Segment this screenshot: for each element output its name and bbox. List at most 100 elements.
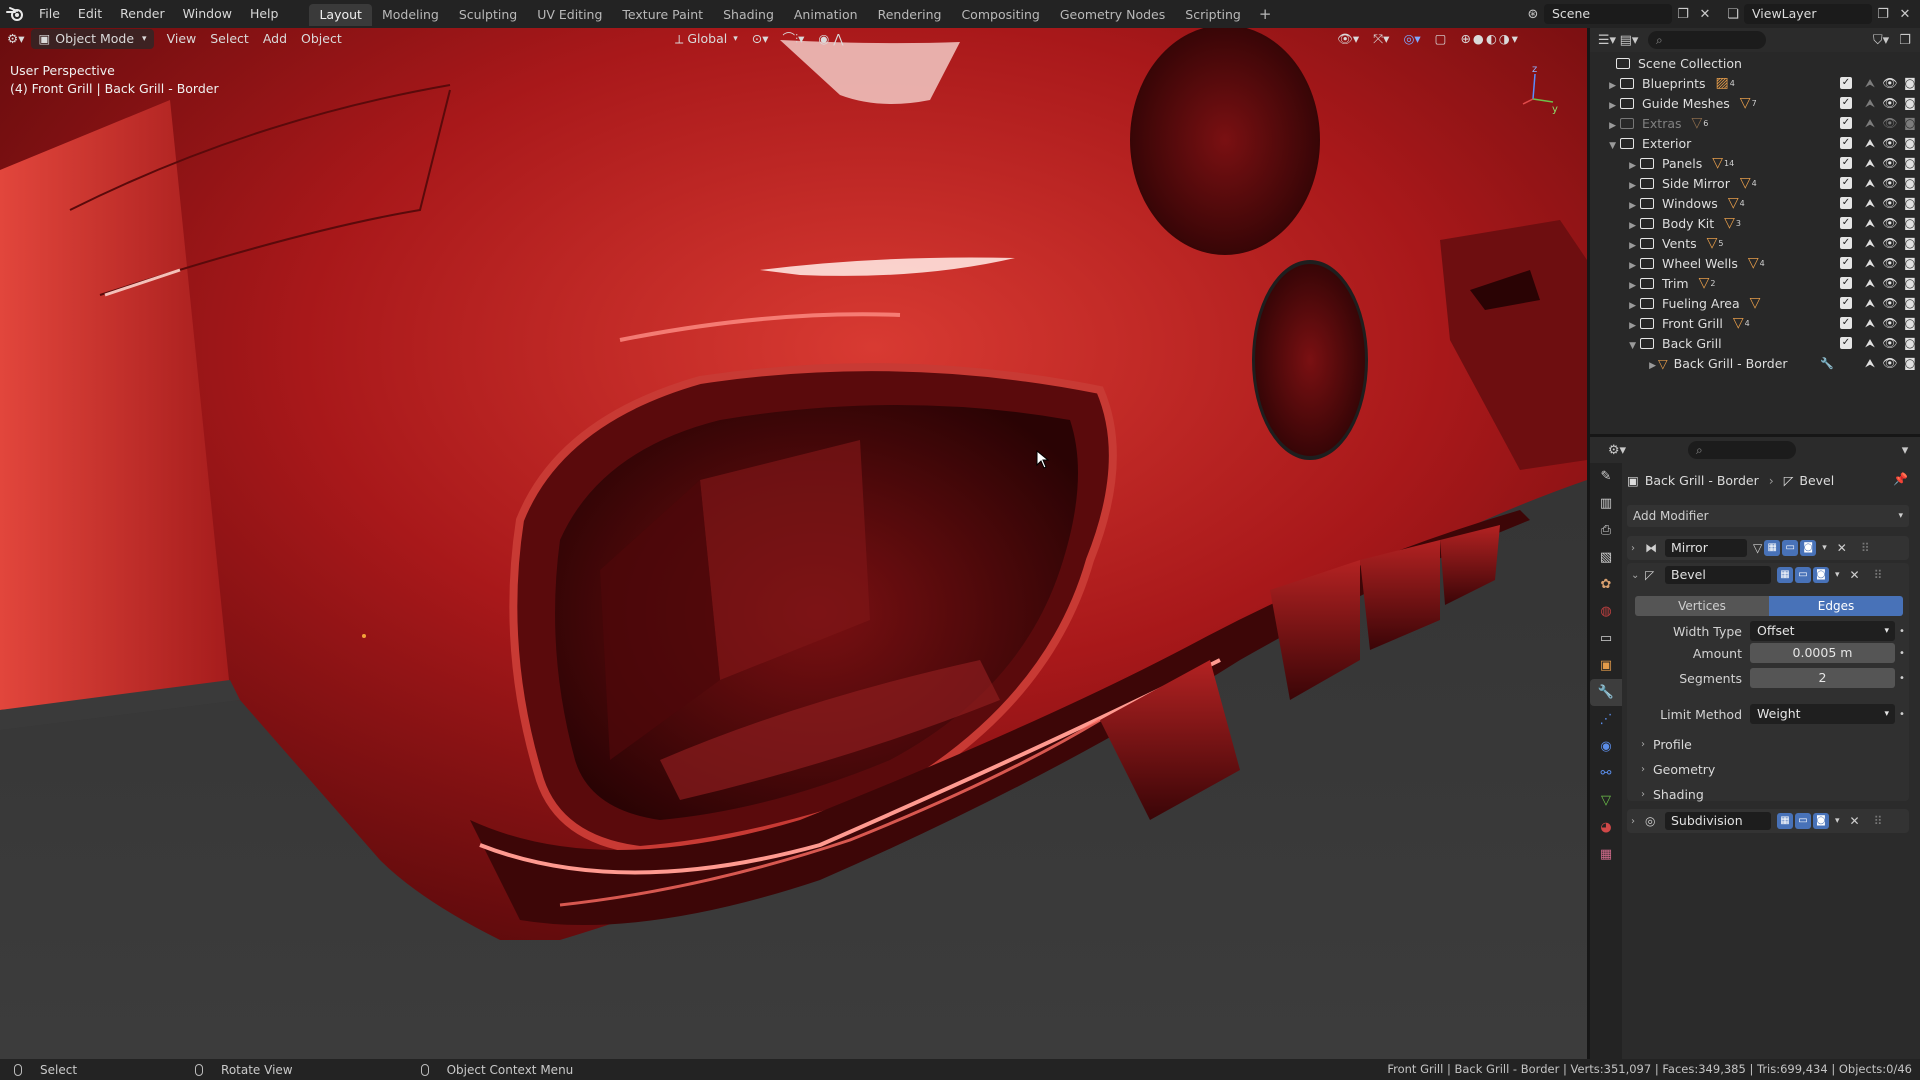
tab-compositing[interactable]: Compositing xyxy=(951,4,1049,26)
expand-arrow-icon[interactable]: ▶ xyxy=(1629,281,1636,291)
menu-view[interactable]: View xyxy=(160,29,204,49)
visibility-eye-icon[interactable]: 👁 xyxy=(1880,196,1900,210)
keyframe-dot-icon[interactable]: • xyxy=(1895,648,1909,659)
select-toggle-icon[interactable]: ⮝ xyxy=(1860,176,1880,191)
tab-world-icon[interactable]: ◍ xyxy=(1590,598,1622,625)
collapse-chevron-icon[interactable]: ⌄ xyxy=(1631,570,1645,581)
snap-icon[interactable]: ⌒⫶▾ xyxy=(776,29,812,49)
render-camera-icon[interactable]: ◙ xyxy=(1900,236,1920,250)
render-camera-icon[interactable]: ◙ xyxy=(1900,116,1920,130)
menu-select[interactable]: Select xyxy=(203,29,256,49)
close-icon[interactable]: ✕ xyxy=(1850,814,1860,828)
keyframe-dot-icon[interactable]: • xyxy=(1895,626,1909,637)
visibility-eye-icon[interactable]: 👁 xyxy=(1880,316,1900,330)
menu-add[interactable]: Add xyxy=(256,29,294,49)
select-toggle-icon[interactable]: ⮝ xyxy=(1860,256,1880,271)
outliner-item[interactable]: ▼ Exterior ✓ ⮝ 👁 ◙ xyxy=(1590,133,1920,153)
3d-viewport[interactable]: z y xyxy=(0,28,1587,1059)
select-toggle-icon[interactable]: ⮝ xyxy=(1860,136,1880,151)
exclude-checkbox[interactable]: ✓ xyxy=(1840,317,1852,329)
width-type-dropdown[interactable]: Offset ▾ xyxy=(1750,621,1895,641)
chevron-down-icon[interactable]: ▾ xyxy=(1835,816,1840,826)
view-layer-field[interactable]: ViewLayer xyxy=(1744,4,1872,24)
menu-render[interactable]: Render xyxy=(111,0,174,28)
expand-arrow-icon[interactable]: ▶ xyxy=(1629,321,1636,331)
render-camera-icon[interactable]: ◙ xyxy=(1900,196,1920,210)
visibility-eye-icon[interactable]: 👁 xyxy=(1880,296,1900,310)
add-workspace-icon[interactable]: + xyxy=(1251,5,1280,23)
filter-icon[interactable]: ⛉▾ xyxy=(1870,30,1892,50)
expand-arrow-icon[interactable]: ▶ xyxy=(1629,161,1636,171)
render-toggle-icon[interactable]: ◙ xyxy=(1813,813,1829,829)
tab-collection-icon[interactable]: ▭ xyxy=(1590,625,1622,652)
select-toggle-icon[interactable]: ⮝ xyxy=(1860,156,1880,171)
tab-constraints-icon[interactable]: ⚯ xyxy=(1590,760,1622,787)
tab-tool-icon[interactable]: ✎ xyxy=(1590,463,1622,490)
render-camera-icon[interactable]: ◙ xyxy=(1900,216,1920,230)
tab-scripting[interactable]: Scripting xyxy=(1175,4,1251,26)
exclude-checkbox[interactable]: ✓ xyxy=(1840,137,1852,149)
tab-shading[interactable]: Shading xyxy=(713,4,784,26)
display-mode-icon[interactable]: ▤▾ xyxy=(1618,30,1640,50)
tab-layout[interactable]: Layout xyxy=(309,3,372,26)
visibility-eye-icon[interactable]: 👁 xyxy=(1880,176,1900,190)
expand-arrow-icon[interactable]: ▶ xyxy=(1629,301,1636,311)
select-toggle-icon[interactable]: ⮝ xyxy=(1860,96,1880,111)
mode-dropdown[interactable]: ▣ Object Mode ▾ xyxy=(31,29,154,49)
expand-arrow-icon[interactable]: ▶ xyxy=(1629,221,1636,231)
exclude-checkbox[interactable]: ✓ xyxy=(1840,77,1852,89)
scene-selector-icon[interactable]: ⊛ xyxy=(1522,4,1544,24)
tab-object-icon[interactable]: ▣ xyxy=(1590,652,1622,679)
tab-rendering[interactable]: Rendering xyxy=(868,4,952,26)
xray-icon[interactable]: ▢ xyxy=(1428,29,1454,49)
exclude-checkbox[interactable]: ✓ xyxy=(1840,337,1852,349)
shading-modes-icon[interactable]: ⊕●◐◑▾ xyxy=(1453,29,1526,49)
expand-arrow-icon[interactable]: ▶ xyxy=(1629,181,1636,191)
collapse-arrow-icon[interactable]: ▼ xyxy=(1609,141,1616,151)
limit-method-dropdown[interactable]: Weight ▾ xyxy=(1750,704,1895,724)
select-toggle-icon[interactable]: ⮝ xyxy=(1860,76,1880,91)
exclude-checkbox[interactable]: ✓ xyxy=(1840,217,1852,229)
expand-arrow-icon[interactable]: ▶ xyxy=(1609,121,1616,131)
select-toggle-icon[interactable]: ⮝ xyxy=(1860,196,1880,211)
delete-view-layer-icon[interactable]: ✕ xyxy=(1894,4,1916,24)
subpanel-geometry[interactable]: › Geometry xyxy=(1641,758,1715,780)
visibility-icon[interactable]: 👁▾ xyxy=(1330,29,1366,49)
exclude-checkbox[interactable]: ✓ xyxy=(1840,237,1852,249)
bevel-name-field[interactable]: Bevel xyxy=(1665,566,1771,584)
render-camera-icon[interactable]: ◙ xyxy=(1900,256,1920,270)
select-toggle-icon[interactable]: ⮝ xyxy=(1860,316,1880,331)
menu-object[interactable]: Object xyxy=(294,29,349,49)
keyframe-dot-icon[interactable]: • xyxy=(1895,709,1909,720)
navigation-gizmo-icon[interactable]: z y xyxy=(1508,64,1558,114)
outliner-item[interactable]: ▶ Fueling Area ▽ ✓ ⮝ 👁 ◙ xyxy=(1590,293,1920,313)
select-toggle-icon[interactable]: ⮝ xyxy=(1860,236,1880,251)
mirror-name-field[interactable]: Mirror xyxy=(1665,539,1747,557)
expand-arrow-icon[interactable]: ▶ xyxy=(1629,261,1636,271)
menu-edit[interactable]: Edit xyxy=(69,0,111,28)
new-collection-icon[interactable]: ❐ xyxy=(1894,30,1916,50)
expand-arrow-icon[interactable]: ▶ xyxy=(1609,81,1616,91)
outliner-item[interactable]: ▶ Front Grill ▽ 4 ✓ ⮝ 👁 ◙ xyxy=(1590,313,1920,333)
edit-mode-toggle-icon[interactable]: ▦ xyxy=(1777,567,1793,583)
visibility-eye-icon[interactable]: 👁 xyxy=(1880,76,1900,90)
exclude-checkbox[interactable]: ✓ xyxy=(1840,157,1852,169)
outliner-item[interactable]: ▶ Panels ▽ 14 ✓ ⮝ 👁 ◙ xyxy=(1590,153,1920,173)
exclude-checkbox[interactable]: ✓ xyxy=(1840,97,1852,109)
outliner-item[interactable]: ▶ Wheel Wells ▽ 4 ✓ ⮝ 👁 ◙ xyxy=(1590,253,1920,273)
gizmo-toggle-icon[interactable]: ⤧▾ xyxy=(1366,29,1396,49)
expand-arrow-icon[interactable]: ▶ xyxy=(1649,361,1656,371)
drag-handle-icon[interactable]: ⠿ xyxy=(1874,568,1883,582)
chevron-down-icon[interactable]: ▾ xyxy=(1835,570,1840,580)
subdivision-name-field[interactable]: Subdivision xyxy=(1665,812,1771,830)
select-toggle-icon[interactable]: ⮝ xyxy=(1860,276,1880,291)
chevron-down-icon[interactable]: ▾ xyxy=(1822,543,1827,553)
select-toggle-icon[interactable]: ⮝ xyxy=(1860,216,1880,231)
outliner-item[interactable]: ▶ Trim ▽ 2 ✓ ⮝ 👁 ◙ xyxy=(1590,273,1920,293)
subpanel-shading[interactable]: › Shading xyxy=(1641,783,1704,805)
edit-mode-toggle-icon[interactable]: ▦ xyxy=(1764,540,1781,556)
visibility-eye-icon[interactable]: 👁 xyxy=(1880,256,1900,270)
visibility-eye-icon[interactable]: 👁 xyxy=(1880,356,1900,370)
outliner-editor-icon[interactable]: ☰▾ xyxy=(1596,30,1618,50)
outliner-item[interactable]: ▶ Extras ▽ 6 ✓ ⮝ 👁 ◙ xyxy=(1590,113,1920,133)
